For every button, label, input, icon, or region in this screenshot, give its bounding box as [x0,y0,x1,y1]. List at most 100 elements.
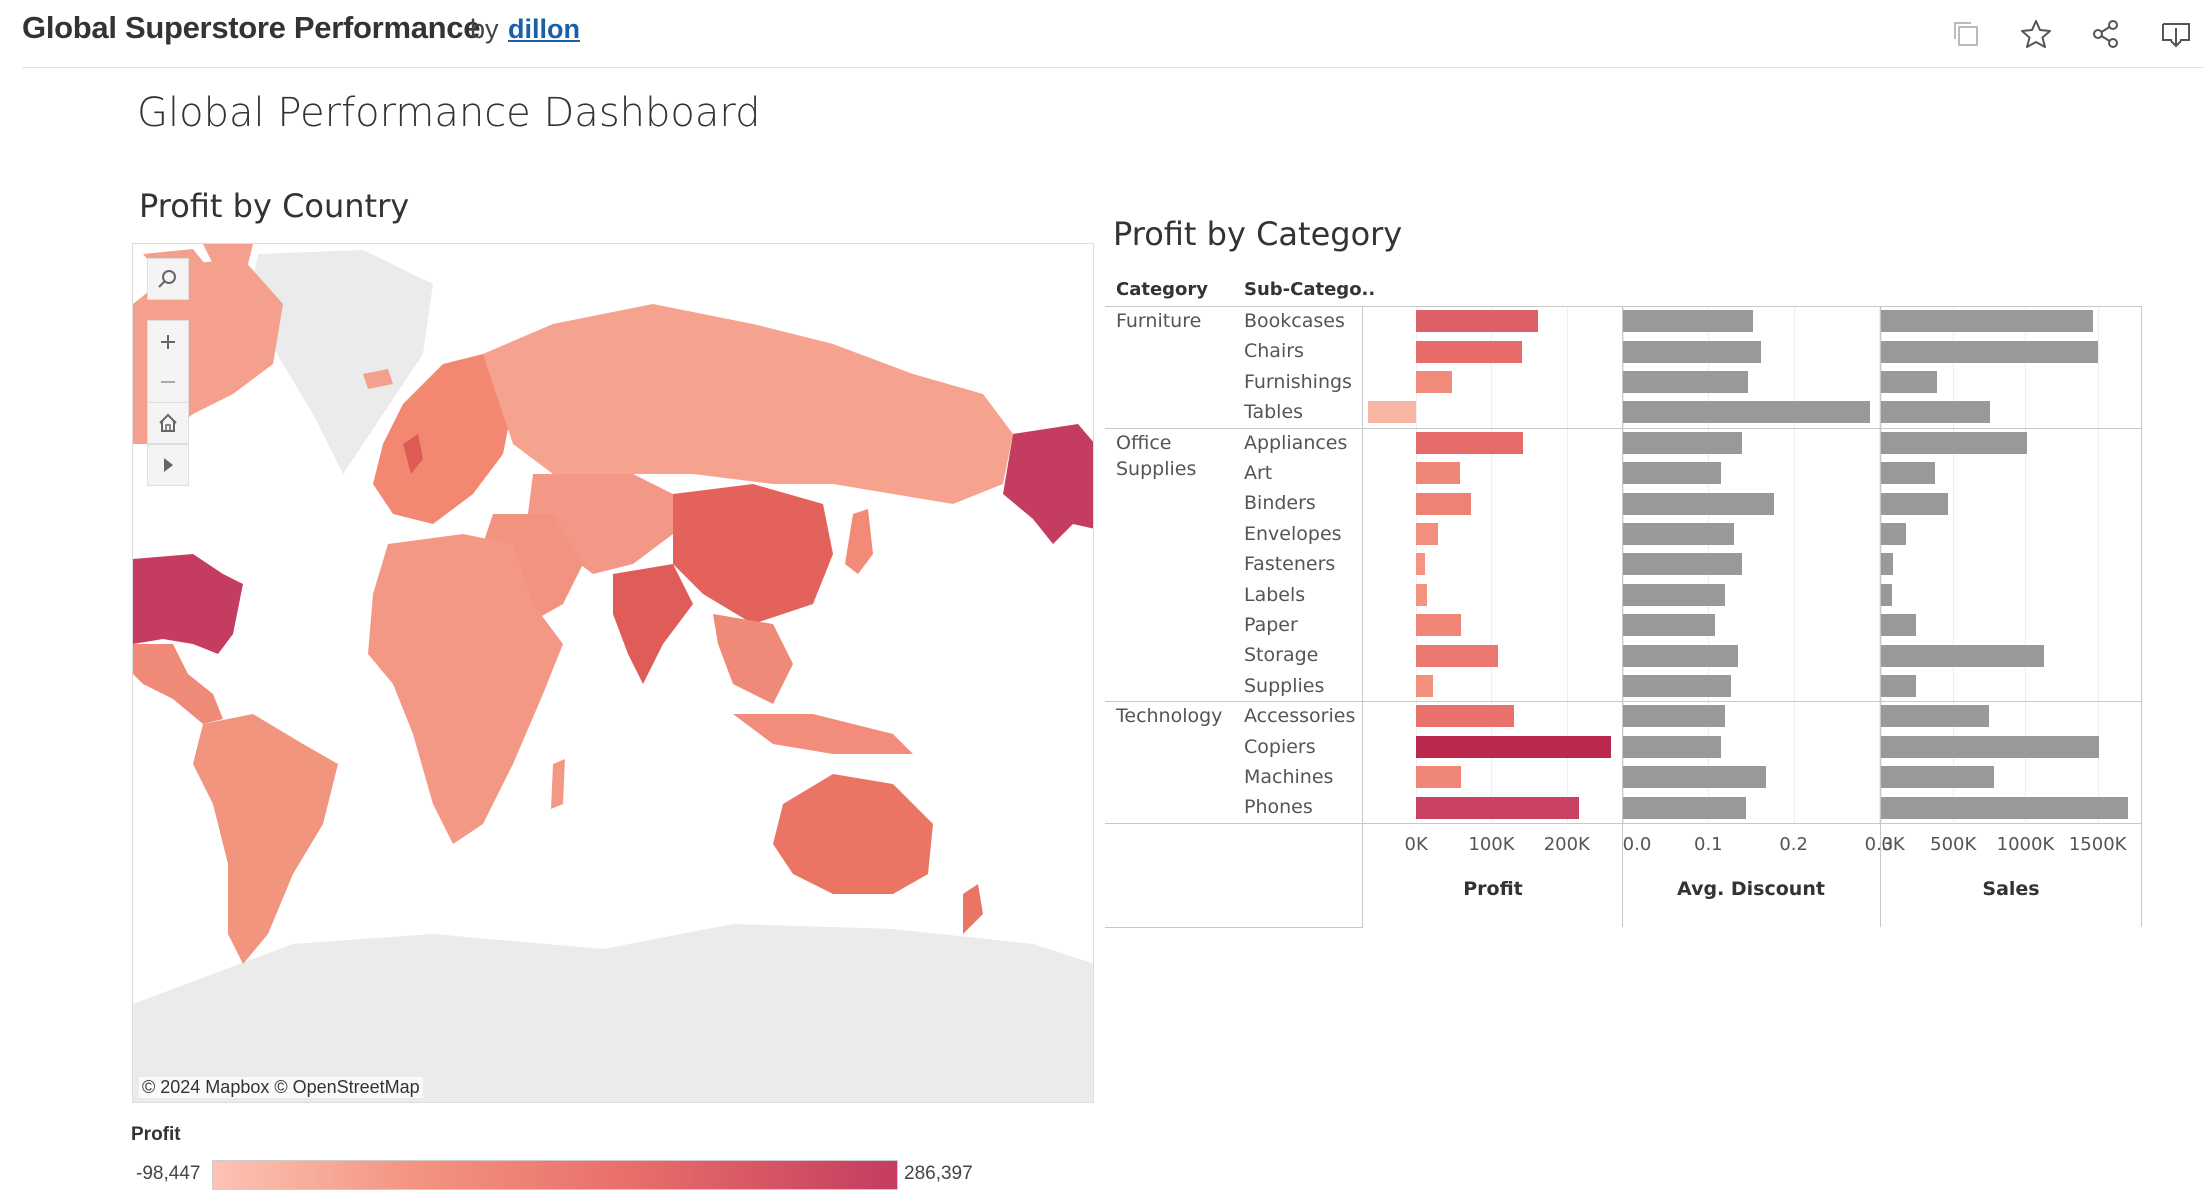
profit-bar[interactable] [1416,523,1439,545]
profit-bar[interactable] [1416,340,1523,363]
sales-bar[interactable] [1881,583,1892,606]
discount-bar[interactable] [1623,614,1716,637]
category-label[interactable]: Technology [1116,703,1222,729]
pane-divider [1362,306,1363,927]
discount-bar[interactable] [1623,644,1739,667]
share-icon[interactable] [2086,14,2126,54]
map-search-button[interactable] [147,258,189,300]
category-label[interactable]: Office Supplies [1116,430,1196,482]
subcategory-label[interactable]: Bookcases [1244,310,1345,332]
profit-bar[interactable] [1416,614,1461,637]
category-title: Profit by Category [1113,215,1403,253]
search-icon [158,270,176,288]
discount-bar[interactable] [1623,796,1746,819]
sales-bar[interactable] [1881,371,1937,393]
copy-icon[interactable] [1946,14,1986,54]
discount-bar[interactable] [1623,553,1742,576]
sales-bar[interactable] [1881,310,2093,333]
profit-map[interactable]: © 2024 Mapbox © OpenStreetMap [132,243,1094,1103]
sales-bar[interactable] [1881,675,1917,697]
subcategory-label[interactable]: Phones [1244,796,1313,818]
sales-bar[interactable] [1881,340,2098,363]
profit-bar[interactable] [1416,675,1434,697]
profit-bar[interactable] [1416,644,1498,667]
sales-bar[interactable] [1881,431,2028,454]
subcategory-label[interactable]: Envelopes [1244,523,1342,545]
zoom-out-icon [161,380,175,383]
map-attribution[interactable]: © 2024 Mapbox © OpenStreetMap [139,1077,423,1098]
profit-bar[interactable] [1416,583,1428,606]
subcategory-label[interactable]: Binders [1244,492,1316,514]
sales-bar[interactable] [1881,553,1894,576]
profit-axis-title[interactable]: Profit [1463,878,1523,900]
profit-bar[interactable] [1416,796,1580,819]
discount-bar[interactable] [1623,340,1762,363]
subcategory-label[interactable]: Labels [1244,584,1305,606]
category-label[interactable]: Furniture [1116,308,1201,334]
discount-bar[interactable] [1623,766,1767,789]
star-icon[interactable] [2016,14,2056,54]
profit-bar[interactable] [1416,431,1523,454]
subcategory-label[interactable]: Chairs [1244,340,1304,362]
discount-bar[interactable] [1623,371,1749,393]
sales-bar[interactable] [1881,462,1935,485]
sales-bar[interactable] [1881,735,2100,758]
map-toolbar-expand-button[interactable] [147,444,189,486]
profit-bar[interactable] [1416,371,1452,393]
profit-bar[interactable] [1416,705,1514,728]
discount-bar[interactable] [1623,675,1731,697]
sales-bar[interactable] [1881,492,1948,515]
discount-bar[interactable] [1623,735,1722,758]
subcategory-label[interactable]: Furnishings [1244,371,1352,393]
zoom-out-button[interactable] [147,361,189,403]
zoom-in-button[interactable] [147,320,189,362]
profit-bar[interactable] [1416,553,1425,576]
discount-bar[interactable] [1623,583,1725,606]
subcategory-label[interactable]: Art [1244,462,1272,484]
sales-bar[interactable] [1881,644,2044,667]
profit-bar[interactable] [1416,766,1461,789]
viz-title: Global Superstore Performance [22,10,481,45]
sales-bar[interactable] [1881,614,1917,637]
author-link[interactable]: dillon [508,14,580,45]
sales-tick-label: 1000K [1996,834,2055,855]
chart-top-border [1105,306,2141,307]
subcategory-label[interactable]: Accessories [1244,705,1355,727]
profit-bar[interactable] [1368,401,1417,424]
category-column-header[interactable]: Category [1116,279,1208,300]
subcategory-label[interactable]: Tables [1244,401,1303,423]
subcategory-label[interactable]: Machines [1244,766,1333,788]
subcategory-label[interactable]: Copiers [1244,736,1316,758]
subcategory-column-header[interactable]: Sub-Catego.. [1244,279,1375,300]
sales-bar[interactable] [1881,705,1990,728]
download-icon[interactable] [2156,14,2196,54]
sales-bar[interactable] [1881,796,2128,819]
profit-tick-label: 100K [1468,834,1515,855]
profit-color-ramp [212,1160,898,1190]
sales-bar[interactable] [1881,401,1991,424]
discount-bar[interactable] [1623,401,1871,424]
profit-bar[interactable] [1416,735,1611,758]
profit-bar[interactable] [1416,462,1460,485]
map-title: Profit by Country [139,187,410,225]
sales-bar[interactable] [1881,523,1906,545]
subcategory-label[interactable]: Paper [1244,614,1298,636]
reset-home-button[interactable] [147,402,189,444]
discount-bar[interactable] [1623,523,1734,545]
discount-bar[interactable] [1623,705,1725,728]
profit-tick-label: 200K [1543,834,1590,855]
subcategory-label[interactable]: Fasteners [1244,553,1335,575]
profit-bar[interactable] [1416,310,1539,333]
discount-bar[interactable] [1623,462,1722,485]
discount-axis-title[interactable]: Avg. Discount [1677,878,1825,900]
discount-bar[interactable] [1623,492,1775,515]
subcategory-label[interactable]: Appliances [1244,432,1347,454]
subcategory-label[interactable]: Supplies [1244,675,1324,697]
sales-bar[interactable] [1881,766,1994,789]
home-icon [159,413,177,432]
sales-axis-title[interactable]: Sales [1982,878,2039,900]
subcategory-label[interactable]: Storage [1244,644,1318,666]
profit-bar[interactable] [1416,492,1471,515]
discount-bar[interactable] [1623,431,1742,454]
discount-bar[interactable] [1623,310,1753,333]
